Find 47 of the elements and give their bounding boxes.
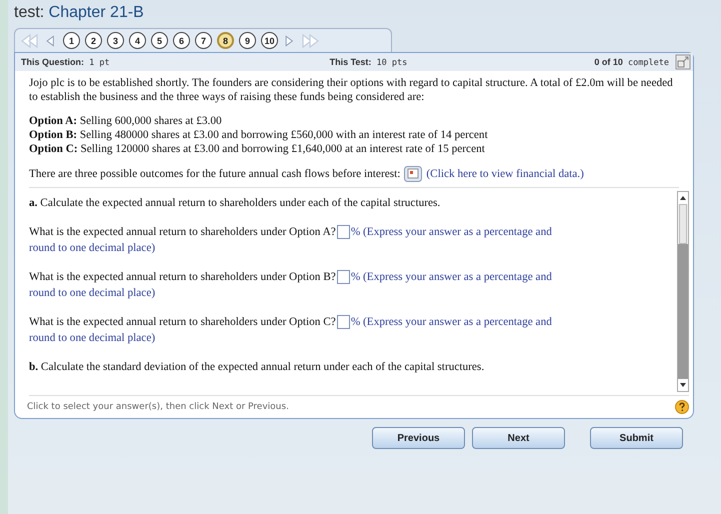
question-number[interactable]: 3 xyxy=(107,32,124,49)
question-number[interactable]: 6 xyxy=(173,32,190,49)
option-line: Option C: Selling 120000 shares at £3.00 and borrowing £1,640,000 at an interest rate of 15 percent xyxy=(29,142,486,156)
question-number[interactable]: 8 xyxy=(217,32,234,49)
test-points: This Test: 10 pts xyxy=(330,56,408,68)
answer-field[interactable] xyxy=(336,315,350,330)
question-text: What is the expected annual return to shareholders under Option C? xyxy=(29,316,336,328)
option-line: Option B: Selling 480000 shares at £3.00 and borrowing £560,000 with an interest rate of 14 percent xyxy=(29,128,489,142)
nav-button[interactable]: Submit xyxy=(590,427,683,449)
answer-hint: % (Express your answer as a percentage and xyxy=(350,271,552,283)
cash-flow-text: There are three possible outcomes for the future annual cash flows before interest: xyxy=(29,168,400,180)
question-number[interactable]: 9 xyxy=(239,32,256,49)
answer-hint: round to one decimal place) xyxy=(29,287,156,299)
data-table-icon[interactable] xyxy=(404,166,422,182)
question-number[interactable]: 4 xyxy=(129,32,146,49)
question-number[interactable]: 5 xyxy=(151,32,168,49)
down-arrow-icon xyxy=(680,383,686,387)
nav-button[interactable]: Previous xyxy=(372,427,465,449)
scroll-thumb[interactable] xyxy=(679,204,687,244)
question-text: What is the expected annual return to shareholders under Option A? xyxy=(29,226,336,238)
footer-hint: Click to select your answer(s), then click Next or Previous. xyxy=(27,402,289,412)
scroll-up-button[interactable] xyxy=(678,192,688,204)
answer-hint: round to one decimal place) xyxy=(29,242,156,254)
answer-field[interactable] xyxy=(336,225,350,240)
question-points: This Question: 1 pt xyxy=(21,56,110,68)
financial-data-link[interactable]: (Click here to view financial data.) xyxy=(426,168,584,180)
test-title: test: Chapter 21-B xyxy=(14,3,145,23)
help-icon[interactable] xyxy=(675,400,689,414)
question-number[interactable]: 10 xyxy=(261,32,278,49)
answer-hint: % (Express your answer as a percentage and xyxy=(350,316,552,328)
option-line: Option A: Selling 600,000 shares at £3.00 xyxy=(29,114,223,128)
question-number[interactable]: 1 xyxy=(63,32,80,49)
answer-field[interactable] xyxy=(336,270,350,284)
completion-status: 0 of 10 complete xyxy=(594,56,669,68)
expand-icon[interactable] xyxy=(675,54,691,70)
question-number[interactable]: 7 xyxy=(195,32,212,49)
scroll-down-button[interactable] xyxy=(678,379,688,391)
nav-button[interactable]: Next xyxy=(472,427,565,449)
question-text: What is the expected annual return to shareholders under Option B? xyxy=(29,271,336,283)
part-heading: a. Calculate the expected annual return to shareholders under each of the capital structures. xyxy=(29,196,442,211)
intro-paragraph: Jojo plc is to be established shortly. The founders are considering their options with regard to capital structure. A total of £2.0m will be needed to establish the business and the three ways of raising these funds being considered are: xyxy=(29,76,674,104)
answer-hint: % (Express your answer as a percentage and xyxy=(350,226,552,238)
part-heading: b. Calculate the standard deviation of the expected annual return under each of the capital structures. xyxy=(29,360,486,375)
question-number[interactable]: 2 xyxy=(85,32,102,49)
answer-hint: round to one decimal place) xyxy=(29,332,156,344)
up-arrow-icon xyxy=(680,196,686,200)
scrollbar[interactable] xyxy=(677,191,689,392)
